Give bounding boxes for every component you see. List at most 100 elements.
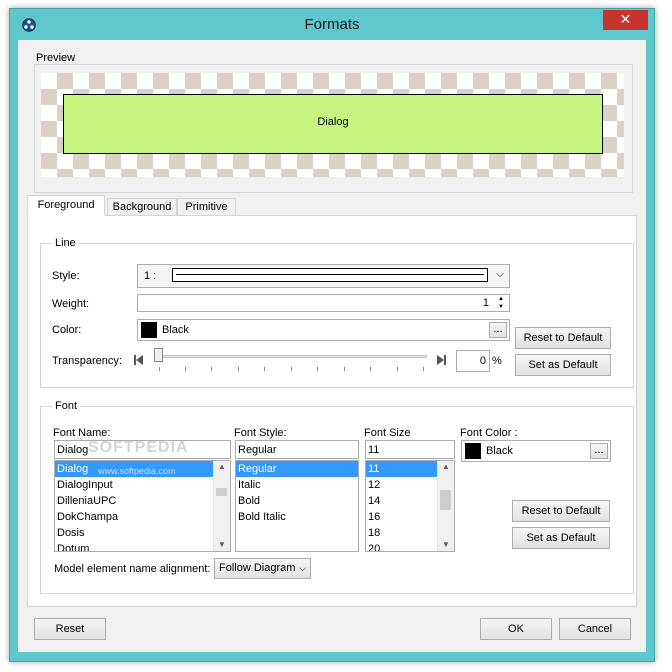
font-set-as-default-button[interactable]: Set as Default <box>512 527 610 549</box>
skip-to-start-icon[interactable] <box>134 354 144 366</box>
list-item[interactable]: DilleniaUPC <box>55 493 230 509</box>
tab-foreground[interactable]: Foreground <box>27 195 105 216</box>
chevron-down-icon: ⌵ <box>299 563 306 573</box>
reset-button-label: Reset <box>55 623 85 635</box>
font-name-label: Font Name: <box>53 427 111 439</box>
line-set-as-default-button[interactable]: Set as Default <box>515 354 611 376</box>
line-style-dropdown[interactable]: 1 : ⌵ <box>137 264 510 288</box>
font-set-label: Set as Default <box>526 532 596 544</box>
ok-button[interactable]: OK <box>480 618 552 640</box>
line-reset-to-default-button[interactable]: Reset to Default <box>515 327 611 349</box>
line-style-sample <box>172 268 488 282</box>
font-color-picker-button[interactable]: ... <box>590 443 608 459</box>
scrollbar-thumb[interactable] <box>216 488 227 496</box>
ok-button-label: OK <box>508 623 524 635</box>
transparency-label: Transparency: <box>52 355 122 367</box>
transparency-slider[interactable] <box>154 346 427 372</box>
slider-tick <box>159 367 160 371</box>
list-item[interactable]: DokChampa <box>55 509 230 525</box>
font-color-label: Font Color : <box>460 427 518 439</box>
font-size-label: Font Size <box>364 427 411 439</box>
list-item[interactable]: Italic <box>236 477 358 493</box>
window-title: Formats <box>304 16 360 33</box>
preview-text: Dialog <box>317 116 349 128</box>
scroll-down-icon[interactable]: ▼ <box>438 539 454 551</box>
font-color-field[interactable]: Black ... <box>461 440 611 462</box>
slider-track <box>155 355 427 358</box>
slider-tick <box>370 367 371 371</box>
alignment-value: Follow Diagram <box>219 562 296 574</box>
scroll-down-icon[interactable]: ▼ <box>214 539 230 551</box>
title-bar[interactable]: Formats ✕ <box>10 9 654 39</box>
font-style-input[interactable]: Regular <box>235 440 359 459</box>
font-style-label: Font Style: <box>234 427 287 439</box>
font-name-value: Dialog <box>57 444 89 456</box>
font-size-value: 11 <box>368 444 380 456</box>
skip-to-end-icon[interactable] <box>437 354 447 366</box>
spinner-up-icon[interactable]: ▲ <box>495 295 507 303</box>
tab-background-label: Background <box>112 201 172 213</box>
font-size-scrollbar[interactable]: ▲ ▼ <box>437 461 454 551</box>
slider-tick <box>423 367 424 371</box>
spinner-down-icon[interactable]: ▼ <box>495 303 507 311</box>
font-reset-to-default-button[interactable]: Reset to Default <box>512 500 610 522</box>
line-color-field[interactable]: Black ... <box>137 319 510 341</box>
line-style-stroke <box>176 274 484 275</box>
font-reset-label: Reset to Default <box>521 505 601 517</box>
font-style-value: Regular <box>238 444 277 456</box>
cancel-button[interactable]: Cancel <box>559 618 631 640</box>
font-size-list[interactable]: 11 12 14 16 18 20 ▲ ▼ <box>365 460 455 552</box>
list-item[interactable]: DialogInput <box>55 477 230 493</box>
skip-arrow <box>437 355 444 365</box>
ellipsis-icon: ... <box>493 323 503 335</box>
line-color-swatch <box>141 322 157 338</box>
list-item[interactable]: Dosis <box>55 525 230 541</box>
scroll-up-icon[interactable]: ▲ <box>438 461 454 473</box>
cancel-button-label: Cancel <box>577 623 613 635</box>
watermark-url: www.softpedia.com <box>98 466 176 476</box>
close-button[interactable]: ✕ <box>603 10 648 30</box>
line-reset-label: Reset to Default <box>523 332 603 344</box>
slider-tick <box>211 367 212 371</box>
skip-bar <box>444 355 446 365</box>
line-color-picker-button[interactable]: ... <box>489 322 507 338</box>
chevron-down-icon[interactable]: ⌵ <box>493 269 507 280</box>
list-item[interactable]: Bold <box>236 493 358 509</box>
weight-label: Weight: <box>52 298 90 310</box>
formats-dialog: Formats ✕ Preview Dialog Foreground Back… <box>9 8 655 662</box>
alignment-dropdown[interactable]: Follow Diagram ⌵ <box>214 558 311 579</box>
tab-background[interactable]: Background <box>107 198 177 216</box>
font-name-scrollbar[interactable]: ▲ ▼ <box>213 461 230 551</box>
weight-spinner[interactable]: 1 ▲ ▼ <box>137 294 510 312</box>
percent-label: % <box>492 355 502 367</box>
transparency-input[interactable]: 0 <box>456 350 490 372</box>
font-size-input[interactable]: 11 <box>365 440 455 459</box>
list-item[interactable]: Regular <box>236 461 358 477</box>
slider-tick <box>317 367 318 371</box>
close-icon: ✕ <box>619 11 632 27</box>
slider-tick <box>185 367 186 371</box>
slider-tick <box>344 367 345 371</box>
preview-label: Preview <box>35 52 77 64</box>
alignment-label: Model element name alignment: <box>54 563 211 575</box>
scrollbar-thumb[interactable] <box>440 490 451 510</box>
tab-primitive[interactable]: Primitive <box>177 198 236 216</box>
font-style-list[interactable]: Regular Italic Bold Bold Italic <box>235 460 359 552</box>
slider-tick <box>238 367 239 371</box>
tab-primitive-label: Primitive <box>185 201 228 213</box>
slider-thumb[interactable] <box>154 348 163 362</box>
line-group-label: Line <box>52 237 79 249</box>
color-label: Color: <box>52 324 82 336</box>
slider-tick <box>397 367 398 371</box>
slider-tick <box>264 367 265 371</box>
dialog-body: Preview Dialog Foreground Background Pri… <box>18 40 646 652</box>
font-group-label: Font <box>52 400 81 412</box>
weight-value: 1 <box>482 297 489 309</box>
reset-button[interactable]: Reset <box>34 618 106 640</box>
line-set-label: Set as Default <box>528 359 598 371</box>
list-item[interactable]: Dotum <box>55 541 230 551</box>
scroll-up-icon[interactable]: ▲ <box>214 461 230 473</box>
list-item[interactable]: Bold Italic <box>236 509 358 525</box>
tab-foreground-label: Foreground <box>37 199 95 211</box>
line-color-name: Black <box>162 324 189 336</box>
